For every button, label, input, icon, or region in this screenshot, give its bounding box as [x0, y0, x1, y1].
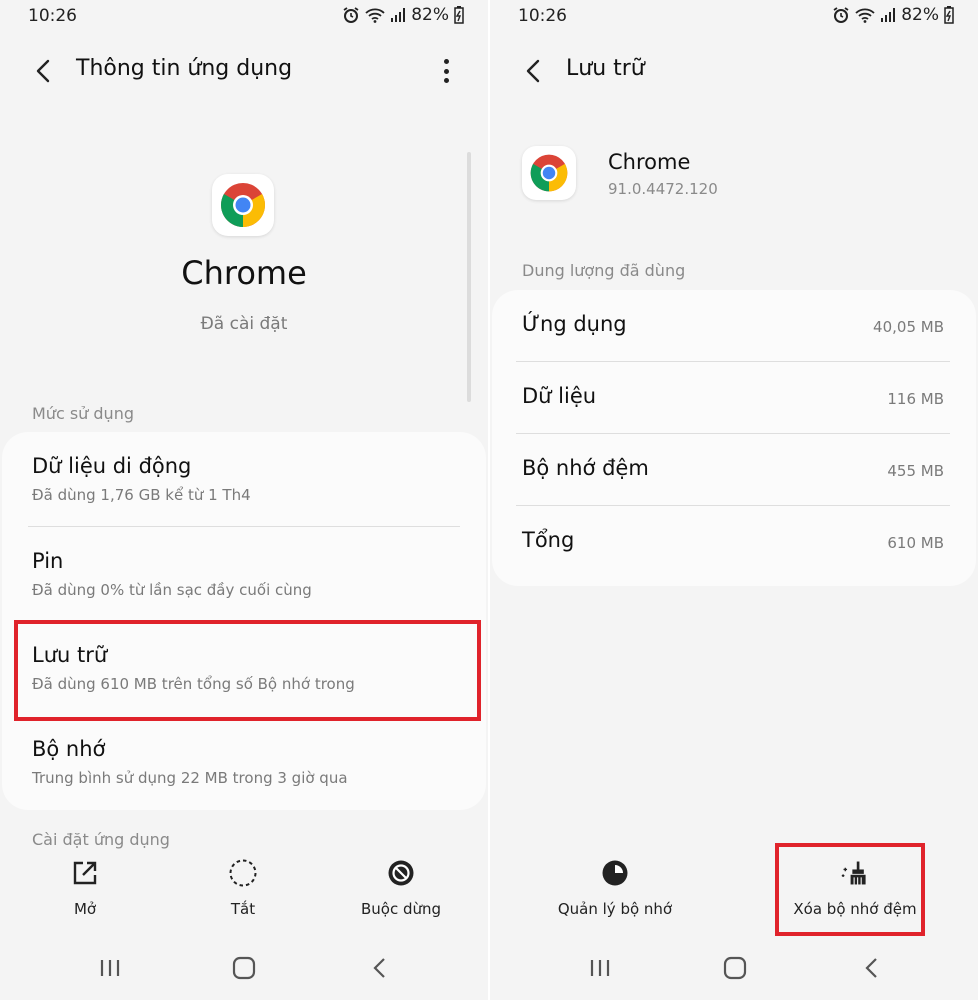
app-bar: Thông tin ứng dụng: [0, 50, 488, 94]
open-external-icon: [73, 861, 97, 885]
signal-icon: [391, 8, 406, 22]
wifi-icon: [855, 8, 875, 23]
usage-item-title: Dữ liệu di động: [32, 454, 192, 478]
recent-apps-button[interactable]: [584, 954, 616, 982]
chrome-icon: [221, 183, 265, 227]
system-nav-bar: [0, 950, 488, 986]
page-title: Thông tin ứng dụng: [76, 56, 293, 81]
nav-back-icon: [373, 958, 385, 978]
app-bar: Lưu trữ: [490, 50, 978, 94]
nav-back-button[interactable]: [364, 954, 396, 982]
battery-charging-icon: [454, 6, 464, 24]
status-time: 10:26: [28, 6, 77, 26]
usage-item-subtitle: Đã dùng 1,76 GB kể từ 1 Th4: [32, 486, 251, 504]
storage-item-title: Ứng dụng: [522, 312, 627, 336]
chevron-left-icon: [526, 59, 540, 83]
highlight-box-storage: [14, 620, 481, 721]
force-stop-button-label: Buộc dừng: [360, 900, 442, 918]
more-options-button[interactable]: [438, 56, 454, 86]
disable-dashed-circle-icon: [229, 859, 257, 887]
back-button[interactable]: [520, 56, 548, 86]
install-status: Đã cài đặt: [200, 314, 288, 334]
storage-item-value: 40,05 MB: [873, 318, 944, 336]
app-settings-section-label: Cài đặt ứng dụng: [32, 830, 170, 849]
more-dot-icon: [443, 78, 449, 83]
chrome-icon: [530, 154, 568, 192]
recent-apps-icon: [100, 960, 120, 976]
storage-item-title: Dữ liệu: [522, 384, 597, 408]
open-button[interactable]: Mở: [10, 858, 160, 918]
highlight-box-clear-cache: [775, 843, 925, 936]
page-title: Lưu trữ: [566, 56, 645, 81]
app-name: Chrome: [181, 254, 307, 292]
alarm-icon: [833, 7, 849, 23]
usage-item-title: Pin: [32, 549, 64, 573]
storage-pie-icon: [602, 860, 628, 886]
force-stop-icon: [388, 860, 414, 886]
storage-card: Ứng dụng 40,05 MB Dữ liệu 116 MB Bộ nhớ …: [492, 290, 976, 586]
usage-item-mobile-data[interactable]: Dữ liệu di động Đã dùng 1,76 GB kể từ 1 …: [2, 432, 486, 526]
home-icon: [232, 956, 256, 980]
manage-storage-label: Quản lý bộ nhớ: [557, 900, 673, 918]
chrome-app-icon: [212, 174, 274, 236]
battery-percent: 82%: [411, 5, 449, 25]
usage-item-battery[interactable]: Pin Đã dùng 0% từ lần sạc đầy cuối cùng: [2, 527, 486, 621]
storage-item-value: 455 MB: [887, 462, 944, 480]
signal-icon: [881, 8, 896, 22]
more-dot-icon: [443, 59, 449, 64]
status-bar: 10:26 82%: [490, 0, 978, 34]
status-bar: 10:26 82%: [0, 0, 488, 34]
storage-item-title: Bộ nhớ đệm: [522, 456, 649, 480]
more-dot-icon: [443, 68, 449, 74]
battery-percent: 82%: [901, 5, 939, 25]
bottom-action-bar: Mở Tắt Buộc dừng: [0, 858, 488, 928]
app-info-screen: 10:26 82% Thông tin ứng dụng Chrome Đã c…: [0, 0, 488, 1000]
back-button[interactable]: [30, 56, 58, 86]
wifi-icon: [365, 8, 385, 23]
chrome-app-icon: [522, 146, 576, 200]
status-time: 10:26: [518, 6, 567, 26]
disable-button-label: Tắt: [230, 900, 256, 918]
disable-button[interactable]: Tắt: [168, 858, 318, 918]
app-version: 91.0.4472.120: [608, 180, 718, 198]
recent-apps-button[interactable]: [94, 954, 126, 982]
usage-item-subtitle: Đã dùng 0% từ lần sạc đầy cuối cùng: [32, 581, 312, 599]
usage-item-title: Bộ nhớ: [32, 737, 106, 761]
force-stop-button[interactable]: Buộc dừng: [326, 858, 476, 918]
system-nav-bar: [490, 950, 978, 986]
usage-section-label: Mức sử dụng: [32, 404, 134, 423]
storage-item-value: 116 MB: [887, 390, 944, 408]
storage-item-data: Dữ liệu 116 MB: [492, 362, 976, 434]
home-button[interactable]: [228, 954, 260, 982]
usage-item-subtitle: Trung bình sử dụng 22 MB trong 3 giờ qua: [32, 769, 348, 787]
alarm-icon: [343, 7, 359, 23]
storage-item-total: Tổng 610 MB: [492, 506, 976, 578]
nav-back-button[interactable]: [856, 954, 888, 982]
home-button[interactable]: [719, 954, 751, 982]
usage-item-memory[interactable]: Bộ nhớ Trung bình sử dụng 22 MB trong 3 …: [2, 715, 486, 809]
nav-back-icon: [865, 958, 877, 978]
recent-apps-icon: [590, 960, 610, 976]
storage-item-app: Ứng dụng 40,05 MB: [492, 290, 976, 362]
chevron-left-icon: [36, 59, 50, 83]
manage-storage-button[interactable]: Quản lý bộ nhớ: [530, 858, 700, 918]
storage-item-title: Tổng: [522, 528, 575, 552]
app-name: Chrome: [608, 150, 691, 174]
battery-charging-icon: [944, 6, 954, 24]
storage-used-section-label: Dung lượng đã dùng: [522, 261, 686, 280]
home-icon: [723, 956, 747, 980]
storage-item-cache: Bộ nhớ đệm 455 MB: [492, 434, 976, 506]
storage-item-value: 610 MB: [887, 534, 944, 552]
open-button-label: Mở: [73, 900, 97, 918]
